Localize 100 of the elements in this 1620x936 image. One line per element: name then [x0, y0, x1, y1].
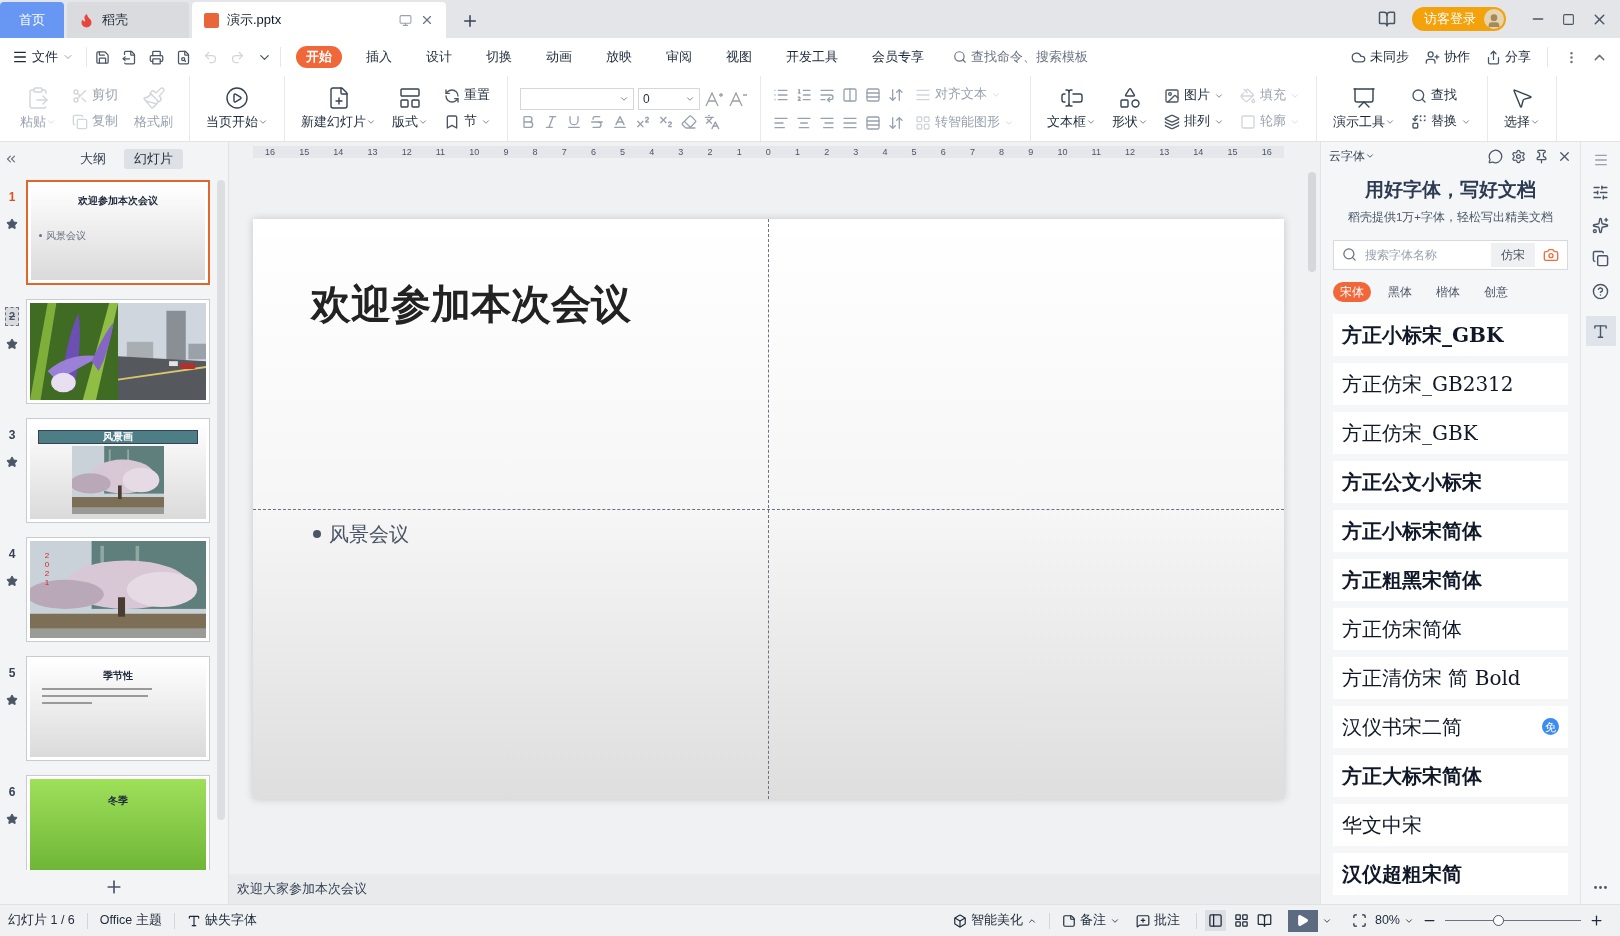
ribbon-button[interactable]: 文本框	[1043, 85, 1100, 132]
handle-icon[interactable]	[1592, 152, 1609, 168]
slide-thumbnail[interactable]: 欢迎参加本次会议 风景会议	[26, 180, 210, 285]
ribbon-button[interactable]: 版式	[388, 85, 432, 132]
ribbon-button[interactable]: 重置	[440, 83, 495, 108]
panel-tab[interactable]: 大纲	[70, 149, 116, 169]
font-list-item[interactable]: 方正仿宋简体	[1333, 607, 1568, 650]
ribbon-tab[interactable]: 开发工具	[776, 46, 848, 68]
document-tab[interactable]: 演示.pptx	[192, 2, 446, 38]
search-option-button[interactable]: 仿宋	[1491, 242, 1535, 267]
collapse-panel-icon[interactable]	[4, 152, 18, 166]
format-icon[interactable]	[589, 113, 605, 130]
font-size-field[interactable]: 0	[638, 87, 700, 110]
paragraph-icon[interactable]	[888, 86, 904, 103]
font-list-item[interactable]: 方正清仿宋 简 Bold	[1333, 656, 1568, 699]
star-icon[interactable]	[6, 694, 18, 706]
grid-view-icon[interactable]	[1233, 913, 1249, 928]
paragraph-icon[interactable]	[865, 86, 881, 103]
normal-view-icon[interactable]	[1204, 910, 1226, 931]
zoom-slider[interactable]	[1445, 914, 1581, 927]
chat-icon[interactable]	[1488, 148, 1503, 164]
format-icon[interactable]	[681, 113, 697, 130]
quick-access-icon[interactable]	[176, 49, 191, 65]
font-name-field[interactable]	[520, 87, 634, 110]
zoom-thumb[interactable]	[1493, 915, 1505, 926]
ribbon-button[interactable]: 演示工具	[1329, 85, 1399, 132]
font-list-item[interactable]: 方正小标宋_GBK	[1333, 313, 1568, 356]
sliders-icon[interactable]	[1592, 184, 1609, 201]
slide-canvas[interactable]: 欢迎参加本次会议 风景会议	[253, 219, 1284, 799]
zoom-dropdown[interactable]: 80%	[1374, 911, 1414, 930]
paragraph-icon[interactable]	[865, 114, 881, 131]
star-icon[interactable]	[6, 813, 18, 825]
header-action[interactable]: 协作	[1425, 47, 1470, 67]
star-icon[interactable]	[6, 218, 18, 230]
quick-access-icon[interactable]	[149, 49, 164, 65]
camera-icon[interactable]	[1543, 246, 1559, 263]
header-action[interactable]: 分享	[1486, 47, 1531, 67]
ribbon-tab[interactable]: 视图	[716, 46, 762, 68]
reading-view-icon[interactable]	[1256, 913, 1272, 928]
star-icon[interactable]	[6, 575, 18, 587]
file-menu[interactable]: 文件	[8, 47, 78, 67]
ribbon-button[interactable]: 选择	[1500, 85, 1544, 132]
document-tab[interactable]: 稻壳	[67, 2, 189, 38]
font-list-item[interactable]: 方正仿宋_GBK	[1333, 411, 1568, 454]
zoom-in-icon[interactable]	[1589, 913, 1604, 928]
new-tab-icon[interactable]	[461, 12, 479, 30]
panel-tab[interactable]: 幻灯片	[124, 149, 183, 169]
font-search-field[interactable]: 搜索字体名称 仿宋	[1333, 239, 1568, 270]
ribbon-button[interactable]: 形状	[1108, 85, 1152, 132]
sparkle-icon[interactable]	[1592, 217, 1609, 234]
font-list-item[interactable]: 华文中宋	[1333, 803, 1568, 846]
ribbon-button[interactable]: 图片	[1160, 83, 1228, 108]
paragraph-icon[interactable]	[842, 86, 858, 103]
paragraph-icon[interactable]	[796, 86, 812, 103]
font-list-item[interactable]: 方正公文小标宋	[1333, 460, 1568, 503]
font-category-tab[interactable]: 创意	[1477, 281, 1515, 302]
quick-access-icon[interactable]	[122, 49, 137, 65]
close-icon[interactable]	[420, 13, 434, 27]
ribbon-button[interactable]: 替换	[1407, 109, 1475, 134]
monitor-icon[interactable]	[399, 13, 412, 27]
notes-text[interactable]: 欢迎大家参加本次会议	[237, 879, 367, 899]
fit-icon[interactable]	[1351, 913, 1367, 928]
ribbon-tab[interactable]: 设计	[416, 46, 462, 68]
font-list-item[interactable]: 汉仪超粗宋简	[1333, 852, 1568, 895]
slide-thumbnail[interactable]: 冬季	[26, 775, 210, 870]
search-field[interactable]: 查找命令、搜索模板	[953, 47, 1113, 67]
ribbon-button[interactable]: 新建幻灯片	[297, 85, 380, 132]
format-icon[interactable]	[704, 113, 720, 130]
quick-access-icon[interactable]	[95, 49, 110, 65]
font-list-item[interactable]: 方正粗黑宋简体	[1333, 558, 1568, 601]
maximize-icon[interactable]	[1562, 12, 1575, 26]
copy-icon[interactable]	[1592, 250, 1609, 267]
format-icon[interactable]	[543, 113, 559, 130]
ribbon-tab[interactable]: 审阅	[656, 46, 702, 68]
scrollbar[interactable]	[1308, 172, 1316, 272]
ribbon-button[interactable]: 节	[440, 109, 495, 134]
beautify-button[interactable]: 智能美化	[944, 911, 1045, 930]
slide-bullet-text[interactable]: 风景会议	[329, 519, 409, 549]
missing-fonts-button[interactable]: 缺失字体	[174, 911, 269, 930]
format-icon[interactable]	[566, 113, 582, 130]
header-action[interactable]: 未同步	[1351, 47, 1409, 67]
ribbon-button[interactable]: 当页开始	[202, 85, 272, 132]
font-list-item[interactable]: 方正小标宋简体	[1333, 509, 1568, 552]
font-list-item[interactable]: 汉仪书宋二简 免	[1333, 705, 1568, 748]
star-icon[interactable]	[6, 337, 18, 350]
notes-button[interactable]: 备注	[1053, 911, 1128, 930]
settings-icon[interactable]	[1511, 148, 1526, 164]
format-icon[interactable]	[612, 113, 628, 130]
ribbon-tab[interactable]: 切换	[476, 46, 522, 68]
ribbon-button[interactable]: 查找	[1407, 83, 1475, 108]
slide-thumbnail[interactable]: 季节性	[26, 656, 210, 761]
font-list-item[interactable]: 方正仿宋_GB2312	[1333, 362, 1568, 405]
slide-title[interactable]: 欢迎参加本次会议	[311, 282, 631, 326]
ribbon-tab[interactable]: 会员专享	[862, 46, 934, 68]
ribbon-button[interactable]: 排列	[1160, 109, 1228, 134]
slide-thumbnail[interactable]: 风景画	[26, 418, 210, 523]
ribbon-tab[interactable]: 插入	[356, 46, 402, 68]
play-button[interactable]	[1287, 909, 1318, 932]
comments-button[interactable]: 批注	[1127, 911, 1188, 930]
ribbon-tab[interactable]: 动画	[536, 46, 582, 68]
